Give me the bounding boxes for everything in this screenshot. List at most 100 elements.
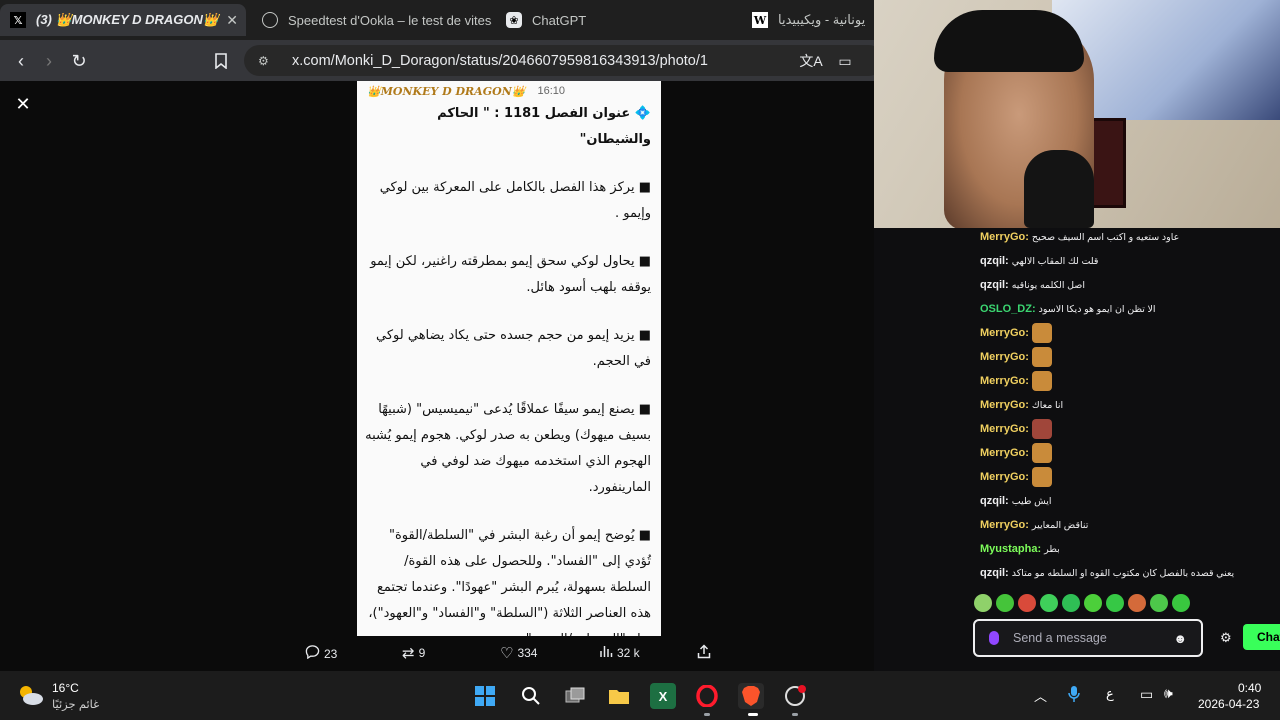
- reply-button[interactable]: 23: [305, 644, 337, 663]
- hand-emote-icon: [1031, 443, 1052, 463]
- clock-date[interactable]: 2026-04-23: [1198, 697, 1259, 711]
- volume-icon[interactable]: 🕪: [1164, 685, 1173, 702]
- like-button[interactable]: ♡ 334: [500, 644, 537, 662]
- post-actions: 23 ⇄ 9 ♡ 334 32 k: [0, 636, 874, 671]
- emote-icon[interactable]: [1150, 594, 1168, 612]
- emote-icon[interactable]: [1084, 594, 1102, 612]
- chat-send-button[interactable]: Chat: [1243, 624, 1280, 650]
- hand-emote-icon: [1031, 347, 1052, 367]
- chevron-up-icon[interactable]: ︿: [1034, 686, 1047, 705]
- chat-username[interactable]: MerryGo:: [980, 351, 1029, 363]
- chat-username[interactable]: MerryGo:: [980, 447, 1029, 459]
- chat-username[interactable]: MerryGo:: [980, 471, 1029, 483]
- emote-icon[interactable]: [974, 594, 992, 612]
- forward-icon[interactable]: ›: [36, 48, 62, 74]
- tab-x-post[interactable]: 𝕏 (3) 👑MONKEY D DRAGON👑 ✕: [0, 4, 246, 36]
- emote-icon[interactable]: [1172, 594, 1190, 612]
- view-count: 32 k: [617, 646, 640, 660]
- emote-icon[interactable]: [996, 594, 1014, 612]
- share-icon: [697, 644, 711, 663]
- back-icon[interactable]: ‹: [8, 48, 34, 74]
- app-icon[interactable]: [782, 683, 808, 709]
- clock-time[interactable]: 0:40: [1238, 681, 1261, 695]
- chat-text: يعني قصده بالفصل كان مكتوب القوه او السل…: [1011, 567, 1235, 579]
- opera-icon[interactable]: [694, 683, 720, 709]
- views-button[interactable]: 32 k: [599, 644, 640, 662]
- emote-icon[interactable]: [1128, 594, 1146, 612]
- emote-icon[interactable]: [1106, 594, 1124, 612]
- emote-icon[interactable]: [1018, 594, 1036, 612]
- webcam-overlay: [874, 0, 1280, 228]
- chatgpt-icon: ❀: [506, 12, 522, 28]
- share-button[interactable]: [697, 644, 711, 663]
- chat-text: اصل الكلمه يوناقيه: [1011, 279, 1086, 291]
- hand-emote-icon: [1031, 371, 1052, 391]
- speedtest-icon: [262, 12, 278, 28]
- search-icon[interactable]: [518, 683, 544, 709]
- chat-username[interactable]: qzqil:: [980, 495, 1009, 507]
- tab-chatgpt[interactable]: ❀ ChatGPT: [496, 4, 736, 36]
- gear-icon[interactable]: ⚙: [1220, 630, 1232, 646]
- chat-username[interactable]: OSLO_DZ:: [980, 303, 1036, 315]
- image-time: 16:10: [537, 85, 565, 97]
- chat-message: OSLO_DZ: الا تظن ان ايمو هو ديكا الاسود: [980, 298, 1156, 320]
- excel-icon[interactable]: X: [650, 683, 676, 709]
- x-logo-icon: 𝕏: [10, 12, 26, 28]
- paragraph: ■ يصنع إيمو سيفًا عملاقًا يُدعى "نيميسيس…: [365, 402, 651, 495]
- chat-username[interactable]: MerryGo:: [980, 423, 1029, 435]
- tab-title: يونانية - ويكيبيديا: [778, 12, 866, 27]
- chat-message: Myustapha: بطر: [980, 538, 1060, 560]
- chat-username[interactable]: MerryGo:: [980, 519, 1029, 531]
- mic-icon[interactable]: [989, 631, 999, 645]
- start-icon[interactable]: [472, 683, 498, 709]
- chat-username[interactable]: MerryGo:: [980, 327, 1029, 339]
- network-icon[interactable]: ▭: [1140, 686, 1153, 703]
- chat-message: MerryGo:: [980, 346, 1052, 368]
- task-view-icon[interactable]: [562, 683, 588, 709]
- chat-username[interactable]: Myustapha:: [980, 543, 1041, 555]
- post-image[interactable]: 👑MONKEY D DRAGON👑 16:10 💠 عنوان الفصل 11…: [357, 81, 661, 636]
- weather-desc: غائم جزئيًا: [52, 699, 100, 711]
- chat-input[interactable]: Send a message ☻: [973, 619, 1203, 657]
- chat-username[interactable]: qzqil:: [980, 279, 1009, 291]
- emote-icon[interactable]: [1062, 594, 1080, 612]
- chat-placeholder: Send a message: [1013, 631, 1107, 645]
- emote-icon[interactable]: [1040, 594, 1058, 612]
- tab-wikipedia[interactable]: W يونانية - ويكيبيديا: [742, 4, 874, 36]
- bookmark-icon[interactable]: [208, 48, 234, 74]
- mic-tray-icon[interactable]: [1068, 685, 1080, 703]
- chat-username[interactable]: MerryGo:: [980, 375, 1029, 387]
- hand-emote-icon: [1031, 323, 1052, 343]
- chat-message: qzqil: يعني قصده بالفصل كان مكتوب القوه ا…: [980, 562, 1234, 584]
- chat-message: qzqil: اصل الكلمه يوناقيه: [980, 274, 1085, 296]
- reload-icon[interactable]: ↻: [66, 48, 92, 74]
- site-info-icon[interactable]: ⚙: [258, 54, 276, 68]
- translate-icon[interactable]: 文A: [798, 48, 824, 74]
- close-icon[interactable]: ✕: [12, 93, 34, 115]
- running-indicator: [704, 713, 710, 716]
- chat-text: تناقض المعايير: [1031, 519, 1089, 531]
- chat-message: MerryGo:: [980, 322, 1052, 344]
- tab-speedtest[interactable]: Speedtest d'Ookla – le test de vitesse: [252, 4, 492, 36]
- paragraph: ■ يُوضح إيمو أن رغبة البشر في "السلطة/ال…: [368, 528, 651, 636]
- chat-message: qzqil: ايش طيب: [980, 490, 1052, 512]
- emoji-icon[interactable]: ☻: [1173, 631, 1187, 646]
- chat-username[interactable]: qzqil:: [980, 255, 1009, 267]
- language-indicator[interactable]: ع: [1106, 686, 1114, 702]
- weather-icon[interactable]: [16, 683, 44, 707]
- chat-text: عاود ستعيه و اكتب اسم السيف صحيح: [1031, 231, 1180, 243]
- chat-panel: MerryGo: عاود ستعيه و اكتب اسم السيف صحيح…: [874, 228, 1280, 671]
- tab-strip: 𝕏 (3) 👑MONKEY D DRAGON👑 ✕ Speedtest d'Oo…: [0, 0, 874, 40]
- reply-icon: [305, 644, 320, 663]
- brave-icon[interactable]: [738, 683, 764, 709]
- chat-message: qzqil: قلت لك المقاب الالهي: [980, 250, 1098, 272]
- chat-username[interactable]: MerryGo:: [980, 399, 1029, 411]
- cast-icon[interactable]: ▭: [832, 48, 858, 74]
- repost-button[interactable]: ⇄ 9: [402, 644, 425, 662]
- chat-username[interactable]: qzqil:: [980, 567, 1009, 579]
- chat-username[interactable]: MerryGo:: [980, 231, 1029, 243]
- close-tab-icon[interactable]: ✕: [226, 12, 238, 29]
- address-bar[interactable]: ⚙ x.com/Monki_D_Doragon/status/204660795…: [244, 45, 884, 76]
- chat-message: MerryGo: تناقض المعايير: [980, 514, 1088, 536]
- file-explorer-icon[interactable]: [606, 683, 632, 709]
